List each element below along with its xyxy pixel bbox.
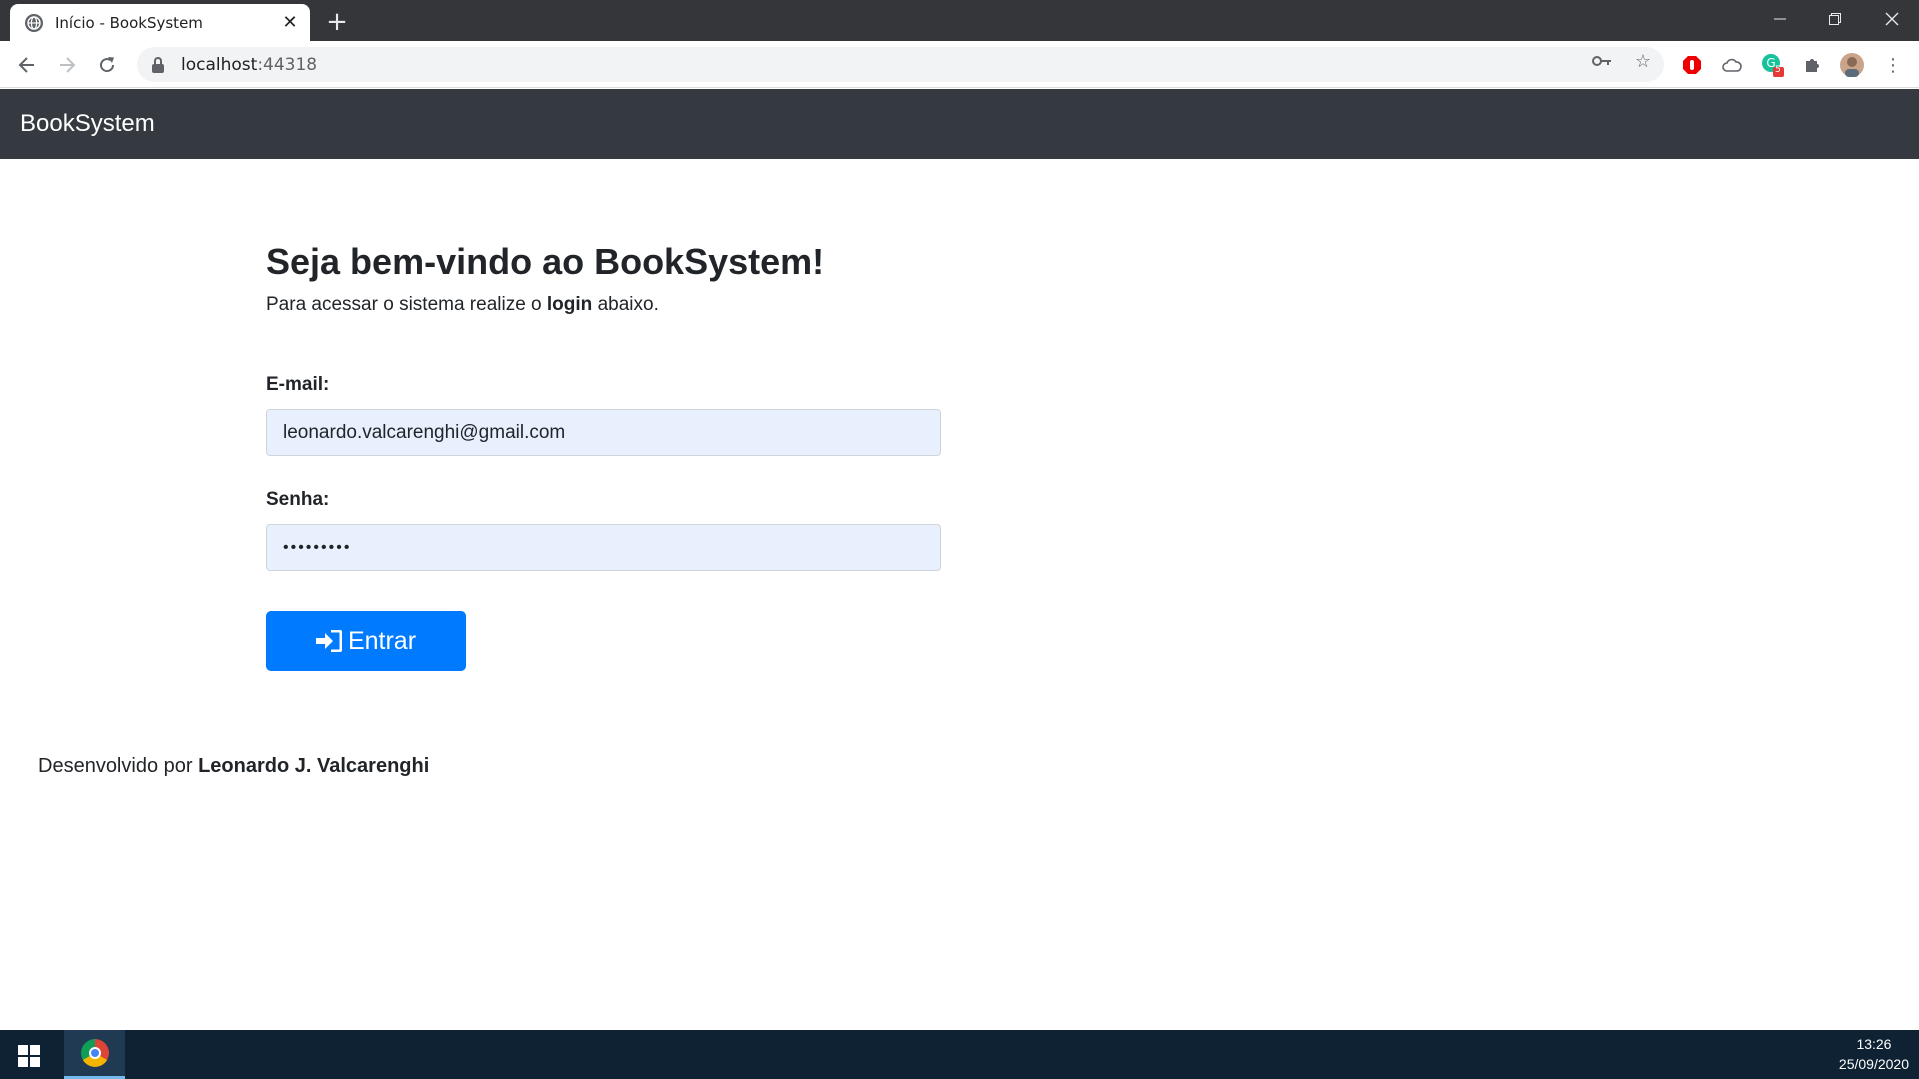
tab-title: Início - BookSystem	[55, 13, 203, 32]
email-label: E-mail:	[266, 374, 330, 395]
extension-badge: 5	[1775, 65, 1781, 75]
footer-credit: Desenvolvido por Leonardo J. Valcarenghi	[38, 755, 430, 777]
back-icon[interactable]	[13, 51, 41, 79]
close-window-icon[interactable]	[1864, 0, 1919, 37]
minimize-icon[interactable]	[1752, 0, 1807, 37]
new-tab-icon[interactable]: +	[322, 7, 352, 37]
password-label: Senha:	[266, 489, 330, 510]
email-field[interactable]: leonardo.valcarenghi@gmail.com	[266, 409, 941, 456]
chrome-taskbar-button[interactable]	[64, 1030, 125, 1079]
menu-kebab-icon[interactable]: ⋮	[1881, 53, 1905, 77]
close-tab-icon[interactable]: ✕	[280, 12, 300, 33]
cloud-icon[interactable]	[1720, 53, 1744, 77]
chrome-icon	[80, 1039, 109, 1067]
windows-start-icon[interactable]	[18, 1045, 40, 1067]
browser-tab[interactable]: Início - BookSystem ✕	[10, 4, 310, 41]
globe-icon	[25, 13, 43, 32]
page-title: Seja bem-vindo ao BookSystem!	[266, 241, 825, 282]
profile-avatar-icon[interactable]	[1840, 53, 1864, 77]
sign-in-icon	[315, 629, 343, 653]
adblock-icon[interactable]	[1680, 53, 1704, 77]
clock-time: 13:26	[1856, 1036, 1892, 1052]
restore-icon[interactable]	[1807, 0, 1862, 37]
windows-taskbar: 13:26 25/09/2020	[0, 1030, 1919, 1079]
brand-link[interactable]: BookSystem	[20, 110, 155, 138]
grammarly-icon[interactable]: G 5	[1761, 53, 1785, 77]
site-navbar: BookSystem	[0, 89, 1919, 159]
login-button[interactable]: Entrar	[266, 611, 466, 671]
address-bar[interactable]: localhost:44318	[137, 47, 1664, 82]
reload-icon[interactable]	[93, 51, 121, 79]
system-clock[interactable]: 13:26 25/09/2020	[1839, 1034, 1909, 1074]
extensions-puzzle-icon[interactable]	[1801, 53, 1825, 77]
browser-tab-bar: Início - BookSystem ✕ +	[0, 0, 1919, 41]
bookmark-star-icon[interactable]: ☆	[1632, 50, 1654, 72]
screen: Início - BookSystem ✕ + localhost:44318 …	[0, 0, 1919, 1079]
browser-toolbar: localhost:44318 ☆ G 5 ⋮	[0, 41, 1919, 88]
password-field[interactable]: •••••••••	[266, 524, 941, 571]
intro-text: Para acessar o sistema realize o login a…	[266, 294, 659, 315]
lock-icon[interactable]	[151, 56, 165, 73]
clock-date: 25/09/2020	[1838, 1056, 1909, 1072]
welcome-section: Seja bem-vindo ao BookSystem! Para acess…	[266, 238, 966, 316]
forward-icon[interactable]	[53, 51, 81, 79]
login-button-label: Entrar	[347, 626, 417, 655]
url-text: localhost:44318	[181, 54, 318, 75]
key-icon[interactable]	[1591, 50, 1613, 72]
